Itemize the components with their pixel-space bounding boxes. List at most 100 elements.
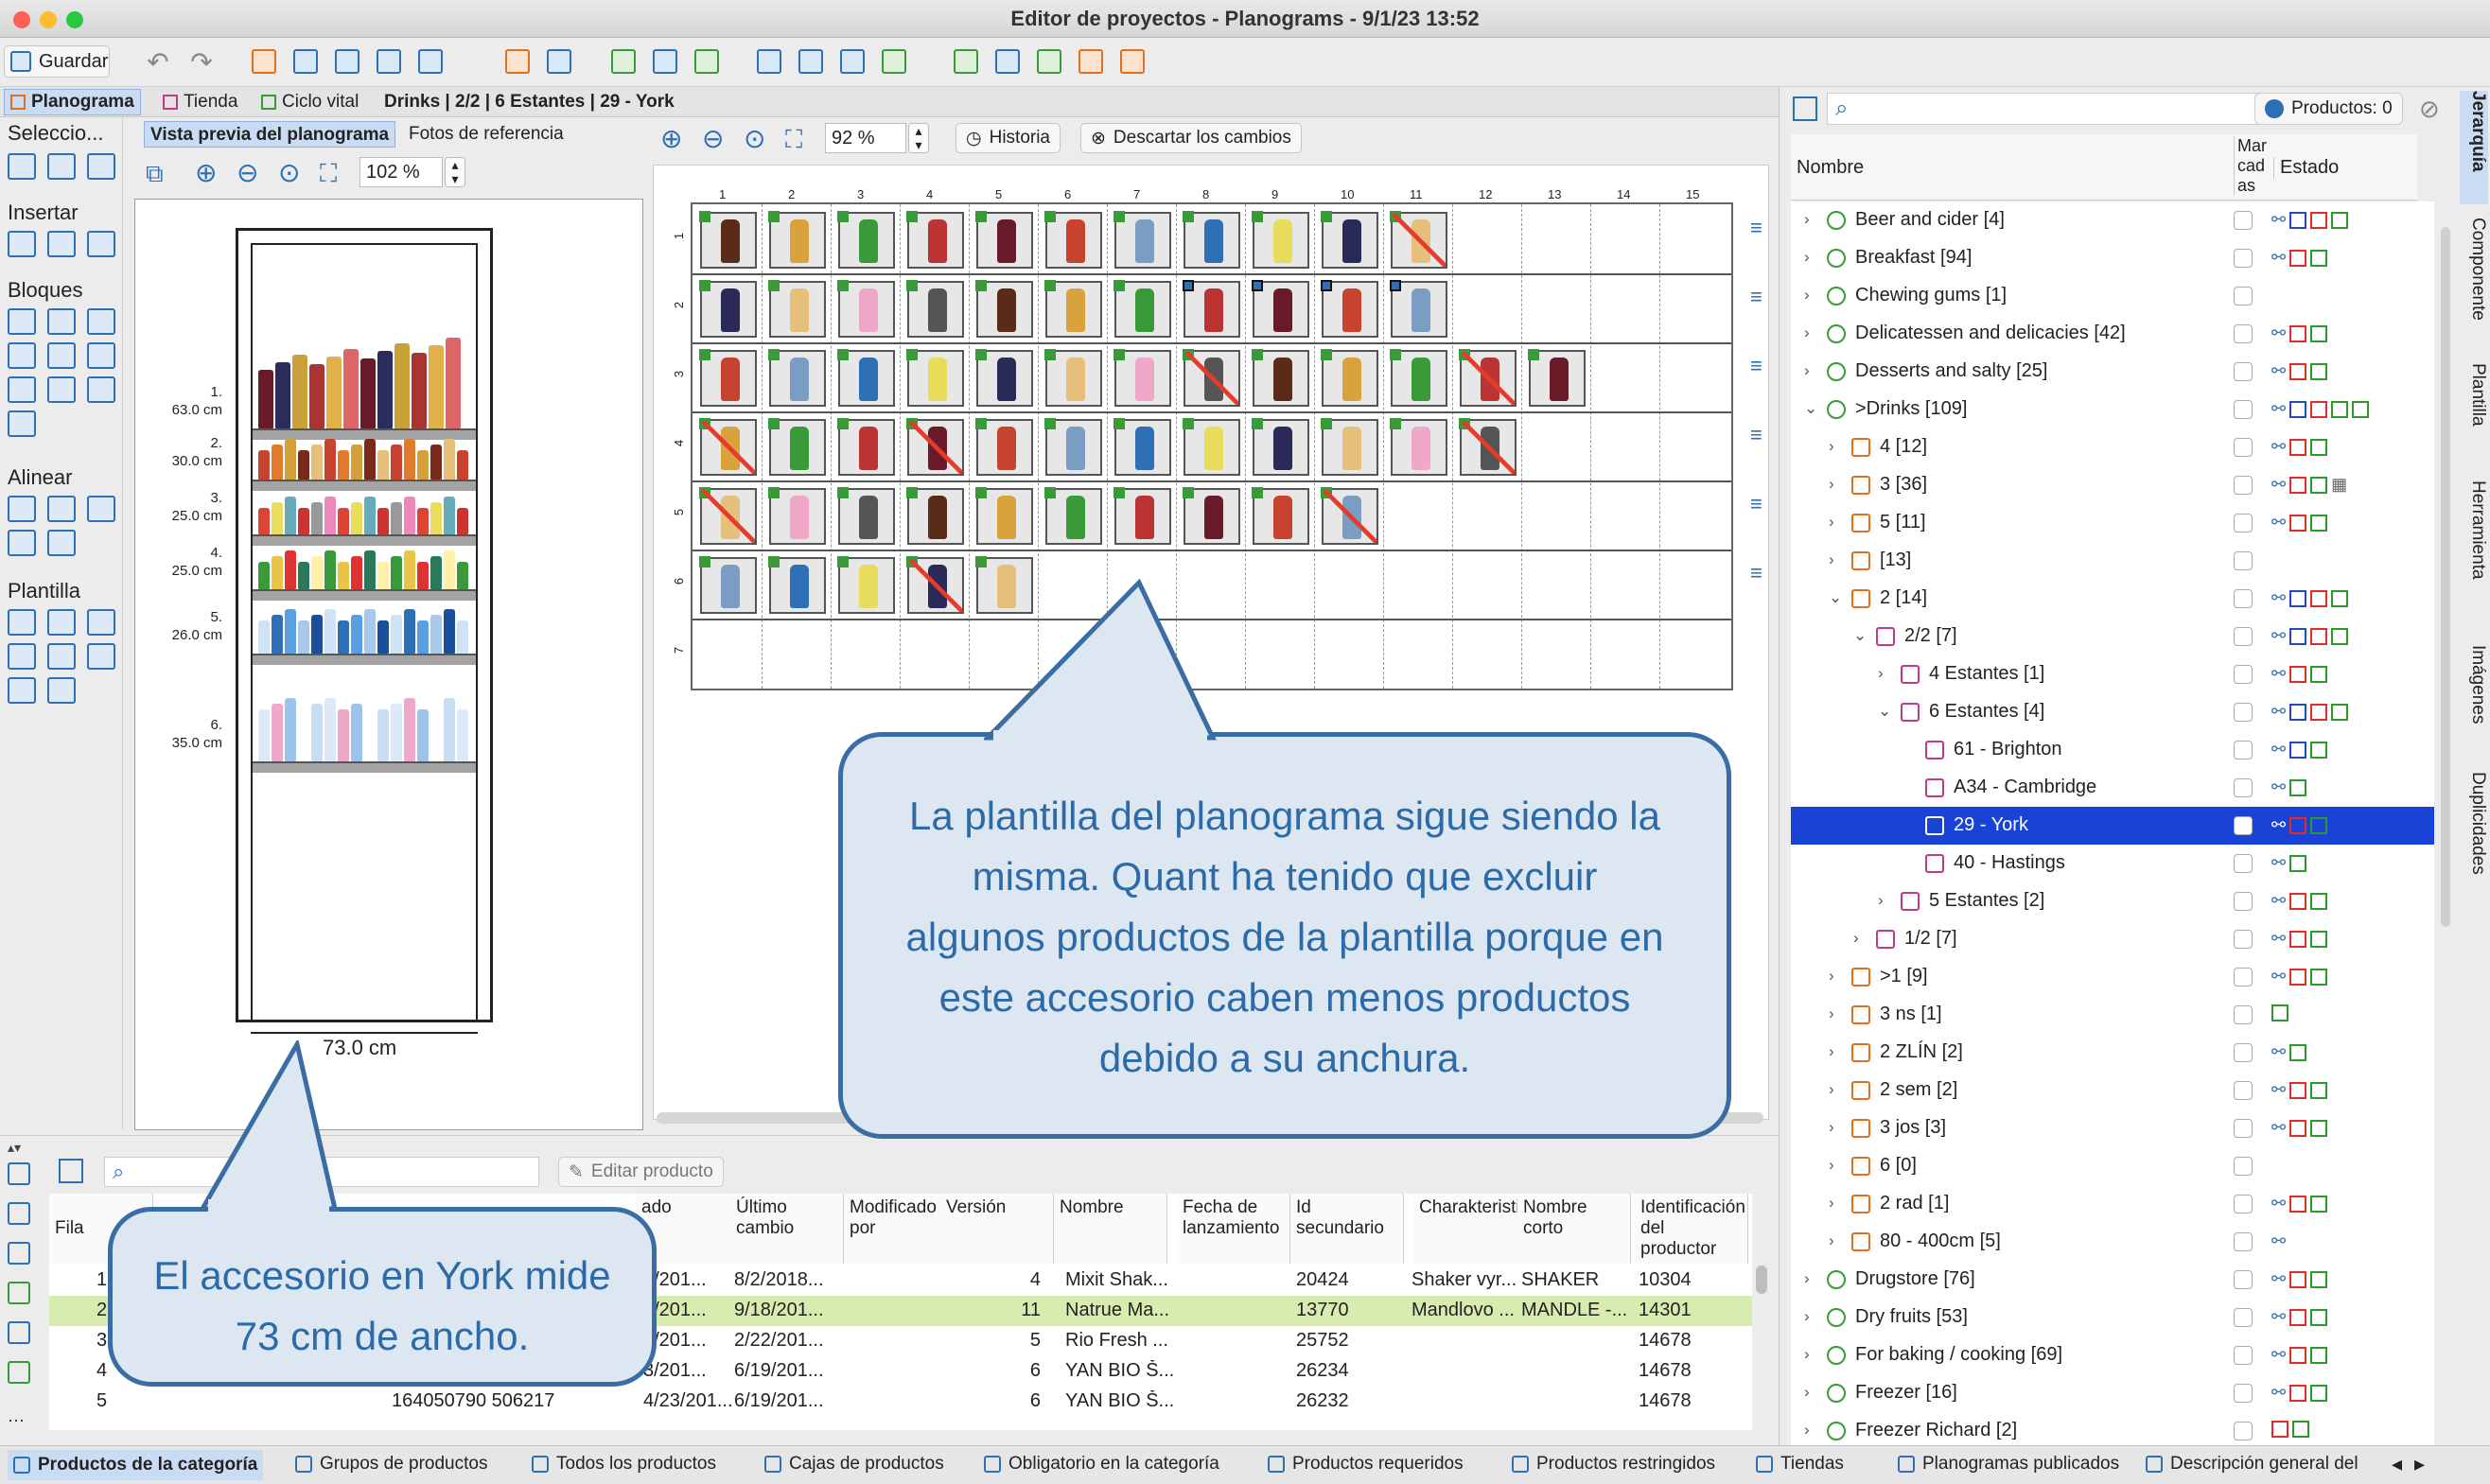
- product-cell[interactable]: [906, 487, 964, 545]
- product-cell[interactable]: [1183, 211, 1240, 269]
- minimize-window-button[interactable]: [40, 11, 57, 28]
- product-cell[interactable]: [1390, 349, 1447, 407]
- tree-item[interactable]: › Drugstore [76] ⚯: [1791, 1261, 2434, 1299]
- chevron-right-icon[interactable]: ›: [1829, 967, 1834, 986]
- product-cell[interactable]: [975, 418, 1033, 476]
- status-tab-6[interactable]: Productos requeridos: [1268, 1454, 1464, 1475]
- editor-zoom-fit-icon[interactable]: ⊙: [744, 123, 765, 154]
- tree-item[interactable]: › 4 [12] ⚯: [1791, 428, 2434, 466]
- zoom-in-icon[interactable]: ⊕: [195, 157, 217, 188]
- tree-item[interactable]: › 1/2 [7] ⚯: [1791, 920, 2434, 958]
- product-cell[interactable]: [906, 418, 964, 476]
- editor-zoom-out-icon[interactable]: ⊖: [702, 123, 724, 154]
- excel-icon[interactable]: [1033, 45, 1065, 78]
- marked-checkbox[interactable]: [2234, 854, 2253, 873]
- align-right-icon[interactable]: [87, 496, 115, 522]
- status-tab-1[interactable]: Productos de la categoría: [8, 1450, 264, 1480]
- product-cell[interactable]: [1183, 418, 1240, 476]
- tree-item[interactable]: › Freezer Richard [2]: [1791, 1412, 2434, 1450]
- marked-checkbox[interactable]: [2234, 930, 2253, 949]
- product-cell[interactable]: [1113, 349, 1171, 407]
- product-cell[interactable]: [1183, 280, 1240, 338]
- product-cell[interactable]: [1252, 211, 1309, 269]
- block-g-icon[interactable]: [8, 376, 36, 403]
- side-tab-1[interactable]: Jerarquía: [2460, 91, 2488, 204]
- check-icon[interactable]: [8, 1162, 30, 1185]
- chevron-right-icon[interactable]: ›: [1829, 1194, 1834, 1213]
- tree-item[interactable]: › >1 [9] ⚯: [1791, 958, 2434, 996]
- col-estado[interactable]: Estado: [2273, 157, 2339, 179]
- marked-checkbox[interactable]: [2234, 589, 2253, 608]
- tree-item[interactable]: › 3 [36] ⚯ ▦: [1791, 466, 2434, 504]
- block-c-icon[interactable]: [87, 308, 115, 335]
- copy-icon[interactable]: [8, 1202, 30, 1225]
- product-cell[interactable]: [1321, 280, 1378, 338]
- zoom-stepper[interactable]: ▴ ▾: [445, 157, 465, 187]
- column-header[interactable]: Charakteristika: [1413, 1194, 1539, 1264]
- block-f-icon[interactable]: [87, 342, 115, 369]
- status-tab-10[interactable]: Descripción general del: [2146, 1454, 2358, 1475]
- tree-item[interactable]: › 6 [0]: [1791, 1147, 2434, 1185]
- column-header[interactable]: Identificación del productor: [1635, 1194, 1748, 1264]
- side-tab-4[interactable]: Herramienta: [2460, 480, 2488, 632]
- shelf-handle-icon[interactable]: ≡: [1750, 425, 1762, 445]
- product-cell[interactable]: [1113, 211, 1171, 269]
- product-cell[interactable]: [906, 211, 964, 269]
- marked-checkbox[interactable]: [2234, 287, 2253, 306]
- tree-item[interactable]: › 5 [11] ⚯: [1791, 504, 2434, 542]
- tree-item[interactable]: › Delicatessen and delicacies [42] ⚯: [1791, 315, 2434, 353]
- product-cell[interactable]: [837, 487, 895, 545]
- table-row[interactable]: 5 4/23/201... 6/19/201... 6 YAN BIO Š... 2623…: [49, 1387, 1752, 1417]
- product-cell[interactable]: [906, 556, 964, 614]
- product-cell[interactable]: [1183, 487, 1240, 545]
- product-cell[interactable]: [1321, 418, 1378, 476]
- export-icon[interactable]: [1116, 45, 1149, 78]
- chevron-right-icon[interactable]: ›: [1853, 929, 1859, 948]
- block-b-icon[interactable]: [47, 308, 76, 335]
- product-cell[interactable]: [1252, 487, 1309, 545]
- product-cell[interactable]: [837, 280, 895, 338]
- status-tab-9[interactable]: Planogramas publicados: [1898, 1454, 2119, 1475]
- product-cell[interactable]: [837, 211, 895, 269]
- history-button[interactable]: ◷ Historia: [956, 123, 1061, 153]
- tree-item[interactable]: › [13]: [1791, 542, 2434, 580]
- product-cell[interactable]: [699, 280, 757, 338]
- hierarchy-search-input[interactable]: ⌕: [1827, 93, 2281, 125]
- products-filter-button[interactable]: Productos: 0: [2254, 93, 2403, 125]
- chevron-right-icon[interactable]: ›: [1804, 1383, 1810, 1402]
- chevron-right-icon[interactable]: ›: [1829, 513, 1834, 532]
- tree-item[interactable]: › 5 Estantes [2] ⚯: [1791, 882, 2434, 920]
- shelf-6[interactable]: [253, 761, 476, 773]
- marked-checkbox[interactable]: [2234, 438, 2253, 457]
- tree-item[interactable]: › Breakfast [94] ⚯: [1791, 239, 2434, 277]
- tab-ciclo-vital[interactable]: Ciclo vital: [255, 89, 364, 115]
- tpl-g-icon[interactable]: [8, 677, 36, 704]
- chevron-down-icon[interactable]: ⌄: [1853, 626, 1867, 645]
- svg-icon[interactable]: [1075, 45, 1107, 78]
- side-tab-2[interactable]: Componente: [2460, 218, 2488, 350]
- edit-product-button[interactable]: ✎ Editar producto: [558, 1157, 724, 1187]
- marked-checkbox[interactable]: [2234, 665, 2253, 684]
- shelf-handle-icon[interactable]: ≡: [1750, 218, 1762, 238]
- tree-item[interactable]: › For baking / cooking [69] ⚯: [1791, 1336, 2434, 1374]
- product-cell[interactable]: [768, 487, 826, 545]
- camera-icon[interactable]: [373, 45, 405, 78]
- marked-checkbox[interactable]: [2234, 324, 2253, 343]
- align-justify-icon[interactable]: [8, 530, 36, 556]
- marked-checkbox[interactable]: [2234, 703, 2253, 722]
- marked-checkbox[interactable]: [2234, 476, 2253, 495]
- more-icon[interactable]: ···: [8, 1410, 25, 1430]
- insert-divider-icon[interactable]: [47, 231, 76, 257]
- marked-checkbox[interactable]: [2234, 627, 2253, 646]
- column-header[interactable]: Último cambio: [730, 1194, 844, 1264]
- tree-item[interactable]: › Chewing gums [1]: [1791, 277, 2434, 315]
- chevron-right-icon[interactable]: ›: [1829, 1231, 1834, 1250]
- shelf-handle-icon[interactable]: ≡: [1750, 563, 1762, 584]
- align-left-icon[interactable]: [8, 496, 36, 522]
- tree-item[interactable]: › 2 ZLÍN [2] ⚯: [1791, 1034, 2434, 1072]
- column-header[interactable]: Nombre: [1054, 1194, 1167, 1264]
- excel-export-icon[interactable]: [8, 1361, 30, 1384]
- shelves-icon[interactable]: [289, 45, 322, 78]
- block-a-icon[interactable]: [8, 308, 36, 335]
- tree-item[interactable]: › 3 ns [1]: [1791, 996, 2434, 1034]
